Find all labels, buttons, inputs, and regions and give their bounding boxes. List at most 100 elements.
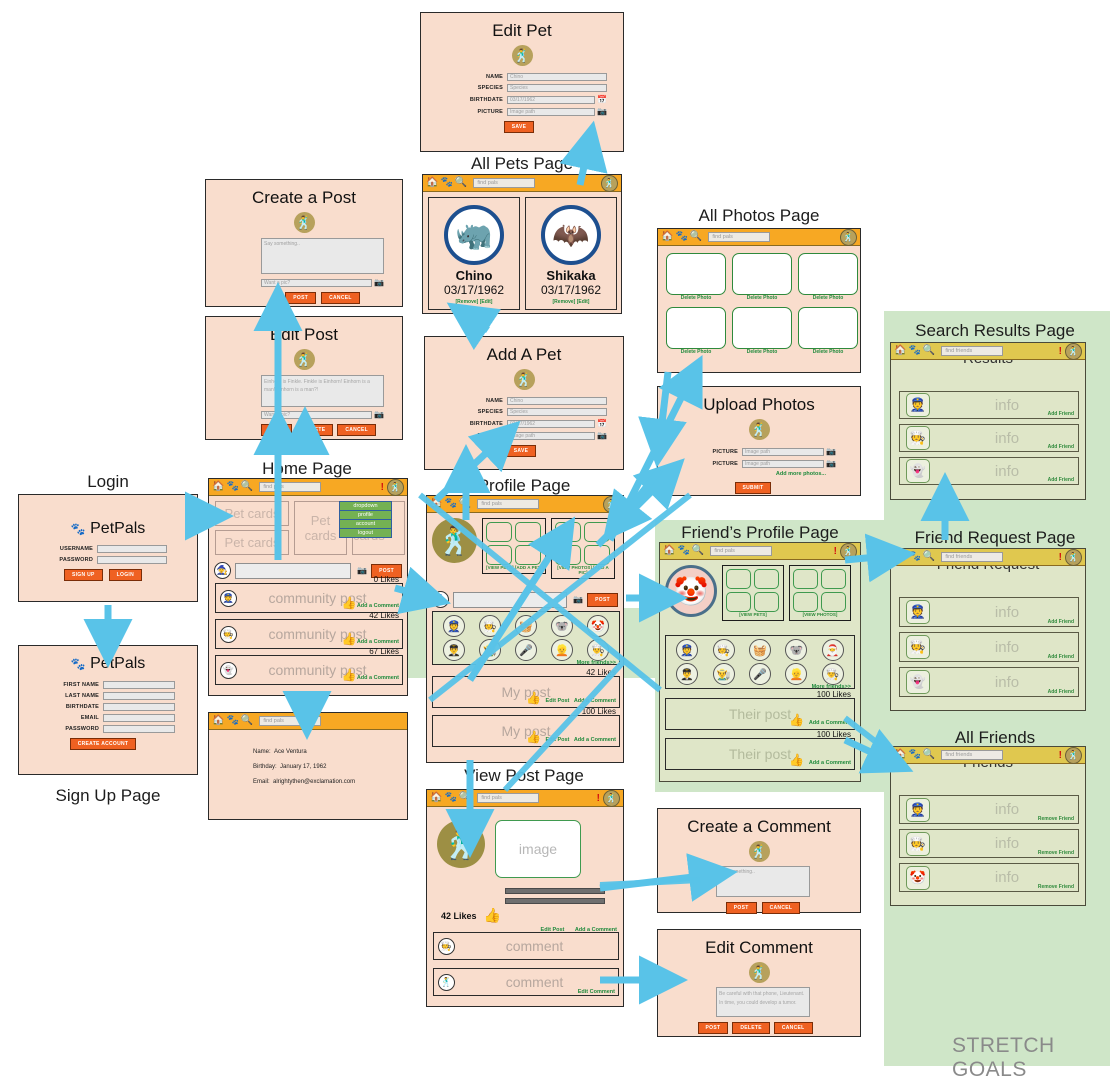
- microphone-icon[interactable]: 🎤: [515, 639, 537, 661]
- notification-icon[interactable]: !: [381, 482, 384, 493]
- add-comment-link[interactable]: Add a Comment: [809, 760, 851, 766]
- comment-textarea[interactable]: Say something..: [716, 866, 810, 897]
- chef-icon[interactable]: 👨‍🍳: [587, 639, 609, 661]
- photo-cell[interactable]: [555, 522, 581, 542]
- cook-icon[interactable]: 🧑‍🍳: [712, 639, 735, 661]
- ghost-icon[interactable]: 👻: [220, 661, 237, 679]
- cancel-button[interactable]: CANCEL: [773, 1022, 813, 1034]
- pet-card[interactable]: 🦏 Chino 03/17/1962 [Remove] [Edit]: [428, 197, 520, 310]
- picture-input[interactable]: Image path: [742, 447, 825, 456]
- add-more-photos-link[interactable]: Add more photos...: [670, 471, 836, 477]
- photos-grid[interactable]: [VIEW PHOTOS] [ADD A PIC]: [551, 518, 615, 579]
- post-item[interactable]: 100 Likes My post 👍 Edit Post Add a Comm…: [432, 707, 620, 747]
- home-icon[interactable]: 🏠: [894, 346, 906, 356]
- post-item[interactable]: 100 Likes Their post 👍 Add a Comment: [665, 690, 855, 730]
- delete-photo-link[interactable]: Delete Photo: [666, 349, 726, 355]
- photos-links[interactable]: [VIEW PHOTOS]: [793, 612, 847, 617]
- thumbs-up-icon[interactable]: 👍: [789, 753, 804, 767]
- submit-button[interactable]: SUBMIT: [734, 482, 772, 494]
- cook-icon[interactable]: 🧑‍🍳: [479, 615, 501, 637]
- birthdate-input[interactable]: [103, 703, 175, 711]
- add-friend-link[interactable]: Add Friend: [1048, 619, 1074, 625]
- delete-photo-link[interactable]: Delete Photo: [798, 295, 858, 301]
- farmer-icon[interactable]: 👨‍🌾: [479, 639, 501, 661]
- add-comment-link[interactable]: Add a Comment: [357, 639, 399, 645]
- notification-icon[interactable]: !: [1059, 552, 1062, 563]
- camera-icon[interactable]: 📷: [374, 278, 384, 287]
- police-officer-icon[interactable]: 👮: [676, 639, 699, 661]
- pets-grid[interactable]: [VIEW PETS] [ADD A PET]: [482, 518, 546, 574]
- police-officer-icon[interactable]: 👮: [443, 615, 465, 637]
- delete-photo-link[interactable]: Delete Photo: [798, 349, 858, 355]
- avatar[interactable]: 🕺: [603, 789, 620, 807]
- remove-friend-link[interactable]: Remove Friend: [1038, 850, 1074, 856]
- delete-photo-link[interactable]: Delete Photo: [732, 349, 792, 355]
- pet-cell[interactable]: [515, 522, 541, 542]
- photo-cell[interactable]: Delete Photo: [798, 307, 858, 355]
- result-row[interactable]: 👻 info Add Friend: [899, 457, 1079, 485]
- delete-photo-link[interactable]: Delete Photo: [666, 295, 726, 301]
- request-row[interactable]: 👮 info Add Friend: [899, 597, 1079, 627]
- save-button[interactable]: SAVE: [505, 445, 537, 457]
- clown-face-icon[interactable]: 🤡: [587, 615, 609, 637]
- avatar[interactable]: 🕺: [437, 820, 485, 868]
- username-input[interactable]: [97, 545, 167, 553]
- paw-icon[interactable]: 🐾: [908, 750, 920, 760]
- request-row[interactable]: 👻 info Add Friend: [899, 667, 1079, 697]
- edit-post-link[interactable]: Edit Post: [546, 698, 570, 704]
- post-button[interactable]: POST: [697, 1022, 729, 1034]
- photo-cell[interactable]: Delete Photo: [666, 253, 726, 301]
- clown-face-icon[interactable]: 🤡: [665, 565, 717, 617]
- thumbs-up-icon[interactable]: 👍: [342, 668, 357, 682]
- add-friend-link[interactable]: Add Friend: [1048, 444, 1074, 450]
- ace-avatar-icon[interactable]: 🕺: [438, 973, 455, 991]
- calendar-icon[interactable]: 📅: [597, 419, 607, 428]
- paw-icon[interactable]: 🐾: [226, 716, 238, 726]
- avatar[interactable]: 🕺: [1065, 746, 1082, 764]
- birthdate-input[interactable]: 03/17/1962: [507, 419, 596, 428]
- post-item[interactable]: 0 Likes 👮 community post 👍Add a Comment: [215, 575, 403, 613]
- camera-icon[interactable]: 📷: [597, 107, 607, 116]
- cancel-button[interactable]: CANCEL: [761, 902, 801, 914]
- calendar-icon[interactable]: 📅: [597, 95, 607, 104]
- koala-icon[interactable]: 🐨: [551, 615, 573, 637]
- magnifier-icon[interactable]: 🔍: [241, 482, 253, 492]
- password-input[interactable]: [97, 556, 167, 564]
- photo-cell[interactable]: [584, 522, 610, 542]
- paw-icon[interactable]: 🐾: [908, 552, 920, 562]
- thumbs-up-icon[interactable]: 👍: [484, 907, 501, 924]
- search-input[interactable]: find pals: [259, 482, 322, 492]
- photo-cell[interactable]: [821, 592, 846, 612]
- post-button[interactable]: POST: [285, 292, 317, 304]
- avatar[interactable]: 🧙: [214, 562, 231, 579]
- sign-up-button[interactable]: SIGN UP: [63, 569, 103, 581]
- farmer-icon[interactable]: 👨‍🌾: [712, 663, 735, 685]
- thumbs-up-icon[interactable]: 👍: [789, 713, 804, 727]
- add-comment-link[interactable]: Add a Comment: [357, 603, 399, 609]
- post-button[interactable]: POST: [261, 424, 292, 436]
- pet-card[interactable]: 🦇 Shikaka 03/17/1962 [Remove] [Edit]: [525, 197, 617, 310]
- post-image[interactable]: image: [495, 820, 581, 878]
- password-input[interactable]: [103, 725, 175, 733]
- santa-icon[interactable]: 🎅: [821, 639, 844, 661]
- post-input[interactable]: [453, 591, 568, 608]
- camera-icon[interactable]: 📷: [573, 595, 583, 604]
- home-icon[interactable]: 🏠: [430, 499, 442, 509]
- delete-photo-link[interactable]: Delete Photo: [732, 295, 792, 301]
- dropdown-item-account[interactable]: account: [340, 520, 391, 529]
- home-icon[interactable]: 🏠: [430, 793, 442, 803]
- post-input[interactable]: [235, 562, 352, 579]
- pet-cell[interactable]: [754, 569, 779, 589]
- magnifier-icon[interactable]: 🔍: [241, 716, 253, 726]
- thumbs-up-icon[interactable]: 👍: [342, 596, 357, 610]
- pet-actions[interactable]: [Remove] [Edit]: [429, 299, 519, 305]
- notification-icon[interactable]: !: [1059, 750, 1062, 761]
- notification-icon[interactable]: !: [597, 793, 600, 804]
- search-input[interactable]: find friends: [941, 552, 1004, 562]
- save-button[interactable]: SAVE: [503, 121, 535, 133]
- pets-links[interactable]: [VIEW PETS] [ADD A PET]: [486, 565, 542, 570]
- request-row[interactable]: 🧑‍🍳 info Add Friend: [899, 632, 1079, 662]
- paw-icon[interactable]: 🐾: [444, 499, 456, 509]
- paw-icon[interactable]: 🐾: [444, 793, 456, 803]
- blond-person-icon[interactable]: 👱: [785, 663, 808, 685]
